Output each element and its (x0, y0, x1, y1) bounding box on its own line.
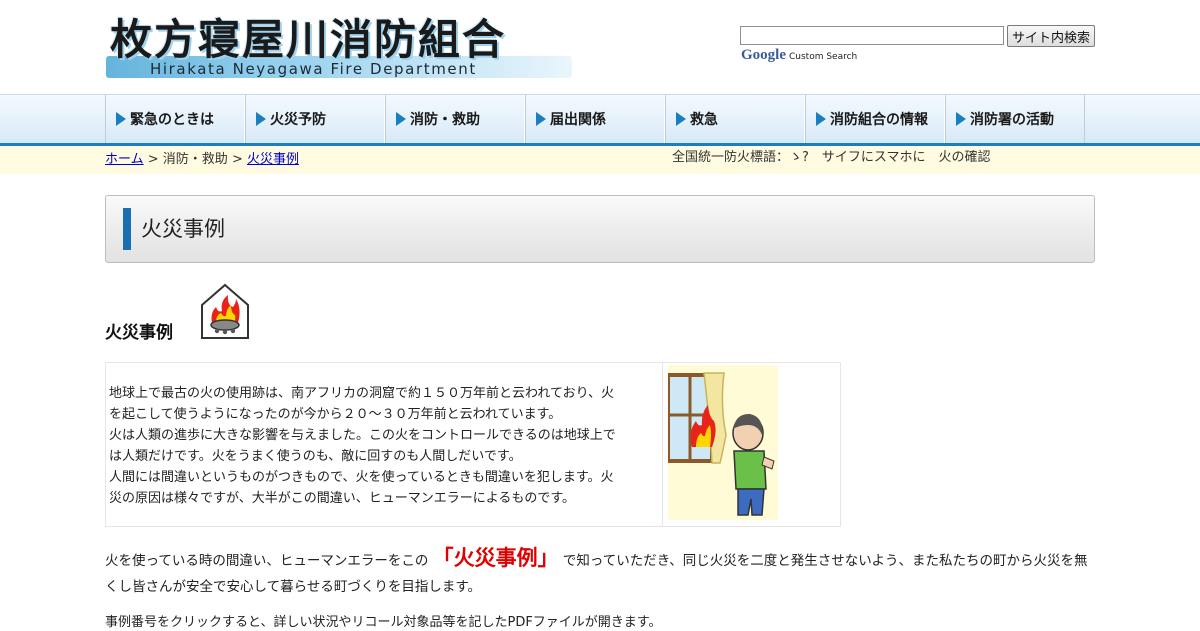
pdf-instruction-text: 事例番号をクリックすると、詳しい状況やリコール対象品等を記したPDFファイルが開… (105, 615, 662, 630)
intro-line: 地球上で最古の火の使用跡は、南アフリカの洞窟で約１５０万年前と云われており、火 (109, 386, 615, 401)
search-button[interactable]: サイト内検索 (1007, 25, 1095, 47)
intro-text-cell: 地球上で最古の火の使用跡は、南アフリカの洞窟で約１５０万年前と云われており、火 … (106, 363, 663, 526)
google-logo: Google (741, 47, 786, 63)
nav-item-label: 火災予防 (270, 112, 326, 128)
site-header: 枚方寝屋川消防組合 Hirakata Neyagawa Fire Departm… (0, 0, 1200, 94)
title-accent-bar (123, 208, 131, 250)
nav-item-ambulance[interactable]: 救急 (665, 95, 805, 143)
nav-item-union-info[interactable]: 消防組合の情報 (805, 95, 945, 143)
nav-item-label: 消防署の活動 (970, 112, 1054, 128)
intro-line: 火は人類の進歩に大きな影響を与えました。この火をコントロールできるのは地球上で (109, 428, 616, 443)
nav-item-label: 消防組合の情報 (830, 112, 928, 128)
intro-text: 地球上で最古の火の使用跡は、南アフリカの洞窟で約１５０万年前と云われており、火 … (109, 383, 661, 509)
site-logo[interactable]: 枚方寝屋川消防組合 Hirakata Neyagawa Fire Departm… (106, 16, 572, 78)
breadcrumb-middle: 消防・救助 (162, 152, 228, 167)
curtain-fire-illustration (668, 365, 778, 520)
intro-line: は人類だけです。火をうまく使うのも、敵に回すのも人間しだいです。 (109, 449, 522, 464)
triangle-arrow-icon (256, 112, 266, 126)
breadcrumb-bar: ホーム > 消防・救助 > 火災事例 全国統一防火標語：ゝ? サイフにスマホに … (0, 146, 1200, 174)
nav-item-station-activities[interactable]: 消防署の活動 (945, 95, 1085, 143)
breadcrumb-separator: > (227, 152, 247, 167)
fire-case-highlight: 「火災事例」 (432, 546, 559, 570)
nav-item-emergency[interactable]: 緊急のときは (105, 95, 245, 143)
site-search: サイト内検索 Google Custom Search (740, 25, 1100, 67)
search-input[interactable] (740, 26, 1004, 45)
main-nav: 緊急のときは 火災予防 消防・救助 届出関係 救急 消防組合の情報 消防署の活動 (0, 94, 1200, 147)
purpose-text-before: 火を使っている時の間違い、ヒューマンエラーをこの (105, 553, 433, 569)
triangle-arrow-icon (956, 112, 966, 126)
nav-item-label: 緊急のときは (130, 112, 214, 128)
triangle-arrow-icon (116, 112, 126, 126)
intro-line: を起こして使うようになったのが今から２０～３０万年前と云われています。 (109, 407, 562, 422)
section-heading: 火災事例 (105, 323, 173, 343)
breadcrumb-home-link[interactable]: ホーム (105, 152, 144, 167)
nav-item-label: 消防・救助 (410, 112, 480, 128)
triangle-arrow-icon (536, 112, 546, 126)
nav-item-firefighting-rescue[interactable]: 消防・救助 (385, 95, 525, 143)
breadcrumb-current-link[interactable]: 火災事例 (247, 152, 299, 167)
page-title-box: 火災事例 (105, 195, 1095, 263)
intro-line: 災の原因は様々ですが、大半がこの間違い、ヒューマンエラーによるものです。 (109, 491, 576, 506)
logo-japanese-text: 枚方寝屋川消防組合 (110, 15, 507, 64)
nav-item-label: 救急 (690, 112, 718, 128)
nav-item-notifications[interactable]: 届出関係 (525, 95, 665, 143)
purpose-paragraph: 火を使っている時の間違い、ヒューマンエラーをこの 「火災事例」 で知っていただき… (105, 545, 1095, 600)
google-custom-search-label: Google Custom Search (741, 47, 857, 65)
triangle-arrow-icon (676, 112, 686, 126)
nav-item-fire-prevention[interactable]: 火災予防 (245, 95, 385, 143)
intro-line: 人間には間違いというものがつきもので、火を使っているときも間違いを犯します。火 (109, 470, 614, 485)
nav-item-label: 届出関係 (550, 112, 606, 128)
breadcrumb: ホーム > 消防・救助 > 火災事例 (105, 152, 299, 168)
breadcrumb-separator: > (143, 152, 163, 167)
triangle-arrow-icon (396, 112, 406, 126)
intro-table: 地球上で最古の火の使用跡は、南アフリカの洞窟で約１５０万年前と云われており、火 … (105, 362, 841, 527)
logo-english-text: Hirakata Neyagawa Fire Department (150, 60, 477, 78)
triangle-arrow-icon (816, 112, 826, 126)
house-fire-icon (201, 283, 249, 339)
custom-search-text: Custom Search (789, 52, 858, 62)
fire-prevention-slogan: 全国統一防火標語：ゝ? サイフにスマホに 火の確認 (672, 150, 991, 165)
page-title: 火災事例 (141, 217, 225, 241)
